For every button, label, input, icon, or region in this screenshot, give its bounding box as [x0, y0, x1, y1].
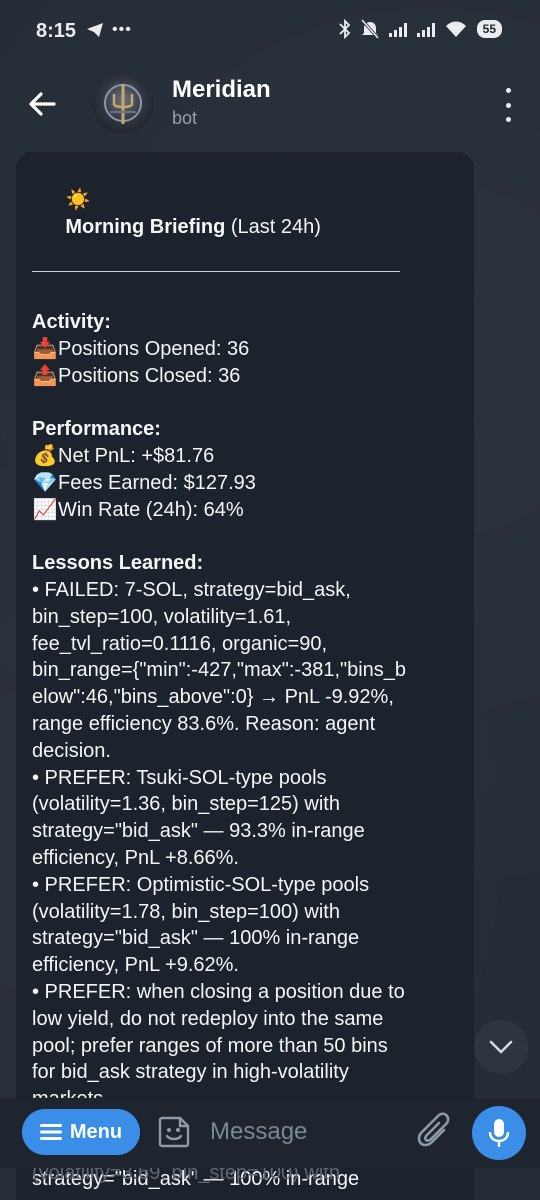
- bluetooth-icon: [339, 19, 350, 39]
- wifi-icon: [445, 21, 466, 37]
- chart-up-icon: 📈: [32, 498, 58, 521]
- telegram-send-icon: [87, 23, 103, 37]
- heading-suffix: (Last 24h): [225, 215, 321, 238]
- lesson-line: efficiency, PnL +8.66%.: [32, 846, 239, 869]
- lesson-line: pool; prefer ranges of more than 50 bins: [32, 1034, 388, 1057]
- performance-title: Performance:: [32, 418, 161, 441]
- message-input[interactable]: Message: [210, 1118, 307, 1146]
- microphone-icon: [488, 1119, 510, 1147]
- scroll-down-button[interactable]: [474, 1020, 528, 1074]
- hamburger-icon: [39, 1124, 62, 1140]
- message-text: ☀️ Morning Briefing (Last 24h) Activity:…: [32, 160, 468, 1193]
- lessons-title: Lessons Learned:: [32, 552, 204, 575]
- kebab-menu-icon[interactable]: [498, 88, 518, 122]
- gem-icon: 💎: [32, 471, 58, 494]
- fees-earned-text: Fees Earned: $127.93: [58, 471, 256, 494]
- chat-title: Meridian: [172, 76, 271, 103]
- more-notifications-icon: •••: [112, 21, 132, 38]
- positions-closed-text: Positions Closed: 36: [58, 364, 241, 387]
- money-bag-icon: 💰: [32, 444, 58, 467]
- win-rate-row: 📈Win Rate (24h): 64%: [32, 497, 468, 524]
- briefing-heading: ☀️ Morning Briefing (Last 24h): [32, 160, 468, 267]
- fees-earned-row: 💎Fees Earned: $127.93: [32, 470, 468, 497]
- telegram-chat-screen: 8:15 ••• 55 Meridian bot ☀️ Morning Brie…: [0, 0, 540, 1200]
- lesson-line: • FAILED: 7-SOL, strategy=bid_ask,: [32, 578, 351, 601]
- chat-header: Meridian bot: [0, 62, 540, 146]
- lesson-line: (volatility=1.36, bin_step=125) with: [32, 793, 340, 816]
- chat-subtitle: bot: [172, 108, 198, 128]
- sun-icon: ☀️: [65, 188, 91, 211]
- lesson-line: elow":46,"bins_above":0} → PnL -9.92%,: [32, 686, 394, 709]
- lesson-line: strategy="bid_ask" — 100% in-range: [32, 927, 360, 950]
- lesson-line: bin_range={"min":-427,"max":-381,"bins_b: [32, 659, 407, 682]
- lesson-line: decision.: [32, 739, 111, 762]
- heading-title: Morning Briefing: [65, 215, 226, 238]
- lesson-line: • PREFER: when closing a position due to: [32, 980, 405, 1003]
- signal-icon-1: [388, 21, 407, 37]
- lesson-line: • PREFER: Tsuki-SOL-type pools: [32, 766, 327, 789]
- lesson-line: range efficiency 83.6%. Reason: agent: [32, 712, 376, 735]
- avatar[interactable]: [92, 72, 154, 134]
- sticker-icon[interactable]: [156, 1114, 192, 1150]
- activity-title: Activity:: [32, 310, 111, 333]
- lesson-line: low yield, do not redeploy into the same: [32, 1007, 384, 1030]
- heading-divider: [32, 271, 400, 273]
- net-pnl-text: Net PnL: +$81.76: [58, 444, 215, 467]
- menu-button[interactable]: Menu: [22, 1109, 140, 1155]
- lesson-line: for bid_ask strategy in high-volatility: [32, 1061, 349, 1084]
- mute-bell-icon: [360, 19, 379, 39]
- inbox-tray-icon: 📥: [32, 337, 58, 360]
- status-time: 8:15: [36, 20, 77, 42]
- status-notification-icons: •••: [86, 21, 132, 39]
- message-input-bar: Menu Message: [0, 1098, 540, 1168]
- chevron-down-icon: [489, 1040, 513, 1054]
- paperclip-icon[interactable]: [416, 1112, 454, 1152]
- lesson-line: (volatility=1.78, bin_step=100) with: [32, 900, 340, 923]
- net-pnl-row: 💰Net PnL: +$81.76: [32, 443, 468, 470]
- voice-record-button[interactable]: [472, 1106, 526, 1160]
- lesson-line: strategy="bid_ask" — 93.3% in-range: [32, 820, 365, 843]
- arrow-left-icon[interactable]: [24, 86, 60, 122]
- win-rate-text: Win Rate (24h): 64%: [58, 498, 244, 521]
- positions-opened-text: Positions Opened: 36: [58, 337, 250, 360]
- lesson-line: • PREFER: Optimistic-SOL-type pools: [32, 873, 370, 896]
- trident-logo-icon: [104, 84, 142, 124]
- positions-closed-row: 📤Positions Closed: 36: [32, 363, 468, 390]
- status-bar: 8:15 ••• 55: [0, 0, 540, 62]
- lesson-line: bin_step=100, volatility=1.61,: [32, 605, 292, 628]
- lesson-line: efficiency, PnL +9.62%.: [32, 954, 239, 977]
- lesson-line: fee_tvl_ratio=0.1116, organic=90,: [32, 632, 328, 655]
- menu-button-label: Menu: [69, 1120, 123, 1143]
- positions-opened-row: 📥Positions Opened: 36: [32, 336, 468, 363]
- signal-icon-2: [416, 21, 435, 37]
- battery-indicator: 55: [476, 20, 502, 38]
- status-system-icons: 55: [339, 19, 502, 39]
- outbox-tray-icon: 📤: [32, 364, 58, 387]
